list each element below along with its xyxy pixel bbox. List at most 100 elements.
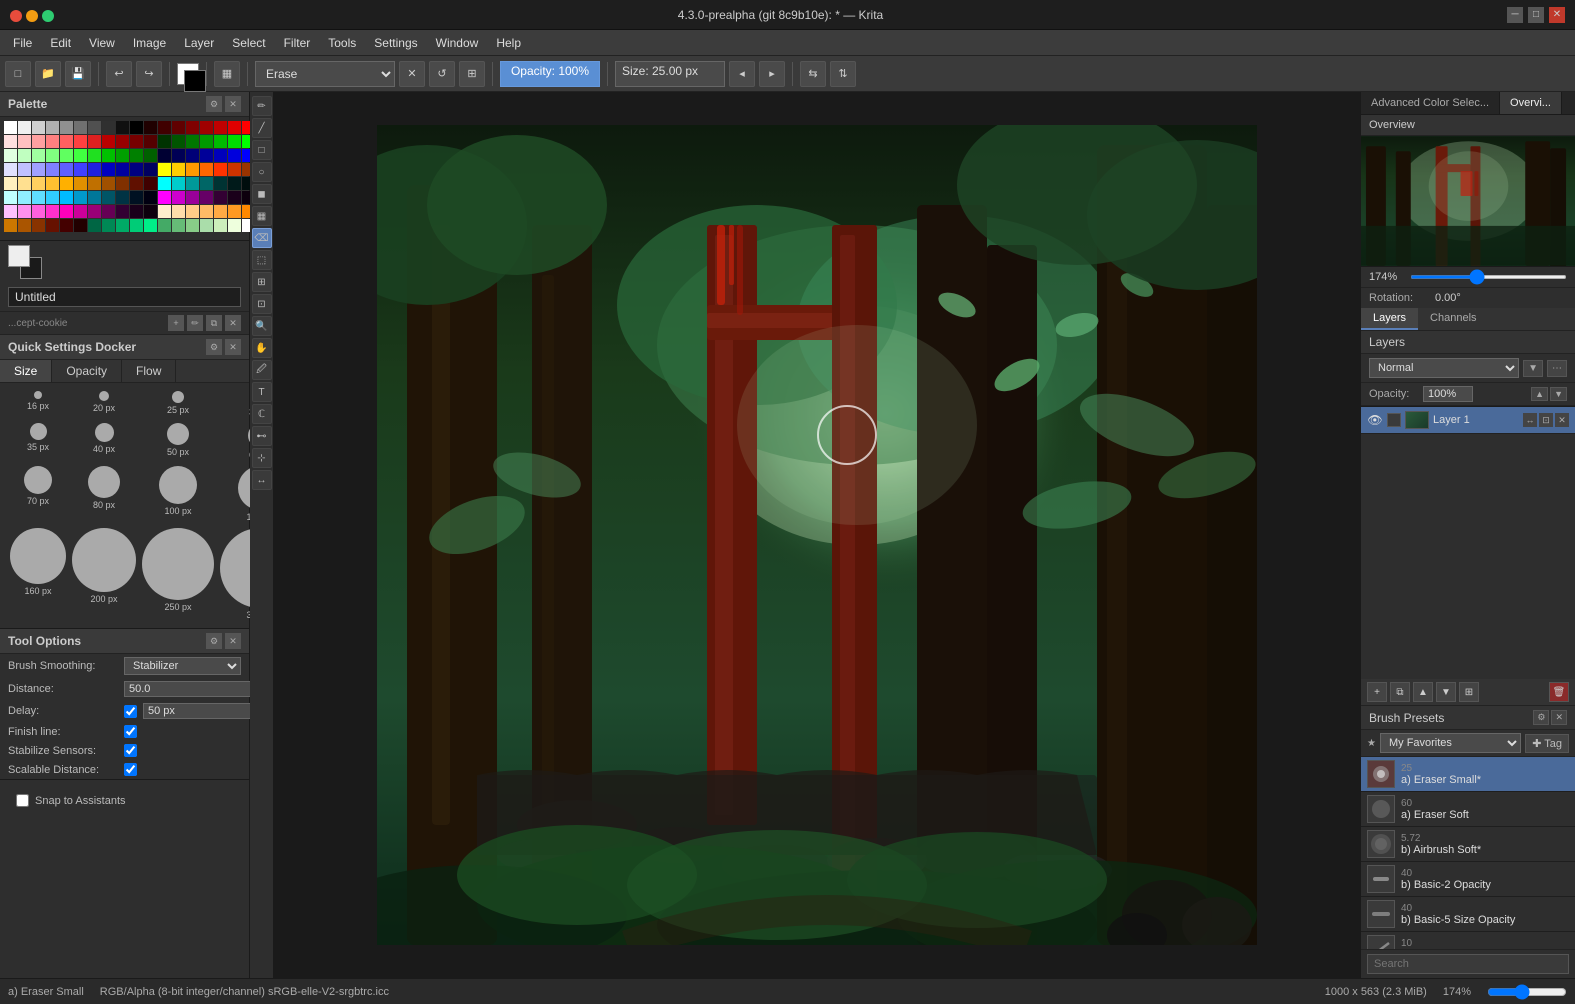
tool-select[interactable]: ⬚ [252, 250, 272, 270]
palette-color-cell[interactable] [172, 219, 185, 232]
palette-color-cell[interactable] [144, 121, 157, 134]
palette-color-cell[interactable] [18, 149, 31, 162]
tool-measure[interactable]: ↔ [252, 470, 272, 490]
brush-smoothing-select[interactable]: Stabilizer [124, 657, 241, 675]
pattern-button[interactable]: ▦ [214, 61, 240, 87]
palette-color-cell[interactable] [116, 149, 129, 162]
menu-settings[interactable]: Settings [366, 33, 425, 53]
palette-color-cell[interactable] [88, 135, 101, 148]
palette-color-cell[interactable] [186, 135, 199, 148]
canvas-image[interactable] [377, 125, 1257, 945]
palette-color-cell[interactable] [46, 149, 59, 162]
finish-line-checkbox[interactable] [124, 725, 137, 738]
palette-color-cell[interactable] [74, 149, 87, 162]
palette-color-cell[interactable] [200, 135, 213, 148]
brush-size-item[interactable]: 80 px [70, 464, 138, 524]
close-button[interactable]: ✕ [1549, 7, 1565, 23]
layer-row-1[interactable]: 👁 Layer 1 ↔ ⊡ ✕ [1361, 407, 1575, 434]
palette-color-cell[interactable] [144, 163, 157, 176]
tool-text[interactable]: T [252, 382, 272, 402]
palette-color-cell[interactable] [32, 163, 45, 176]
palette-color-cell[interactable] [102, 177, 115, 190]
layer-filter2-button[interactable]: ⋯ [1547, 360, 1567, 377]
layer-name-input[interactable] [8, 287, 241, 307]
palette-color-cell[interactable] [228, 163, 241, 176]
blend-mode-select[interactable]: Normal [1369, 358, 1519, 378]
brush-size-item[interactable]: 70 px [8, 464, 68, 524]
edit-layer-button[interactable]: ✏ [187, 315, 203, 331]
palette-color-cell[interactable] [18, 177, 31, 190]
palette-color-cell[interactable] [74, 191, 87, 204]
tool-path[interactable]: ⊷ [252, 426, 272, 446]
palette-color-cell[interactable] [158, 177, 171, 190]
brush-item-5[interactable]: 10 c) Pencil-2 [1361, 932, 1575, 949]
palette-color-cell[interactable] [228, 149, 241, 162]
menu-layer[interactable]: Layer [176, 33, 222, 53]
palette-color-cell[interactable] [60, 191, 73, 204]
stabilize-sensors-checkbox[interactable] [124, 744, 137, 757]
palette-color-cell[interactable] [74, 177, 87, 190]
max-dot[interactable] [42, 10, 54, 22]
new-document-button[interactable]: □ [5, 61, 31, 87]
palette-color-cell[interactable] [88, 177, 101, 190]
palette-color-cell[interactable] [60, 135, 73, 148]
palette-color-cell[interactable] [102, 205, 115, 218]
palette-color-cell[interactable] [200, 219, 213, 232]
palette-color-cell[interactable] [102, 219, 115, 232]
status-zoom-slider[interactable] [1487, 984, 1567, 1000]
menu-file[interactable]: File [5, 33, 40, 53]
palette-color-cell[interactable] [18, 205, 31, 218]
palette-color-cell[interactable] [214, 219, 227, 232]
bp-close-button[interactable]: ✕ [1551, 710, 1567, 725]
palette-color-cell[interactable] [144, 205, 157, 218]
layer-alpha-lock-1[interactable] [1387, 413, 1401, 427]
palette-color-cell[interactable] [102, 191, 115, 204]
tab-channels[interactable]: Channels [1418, 308, 1488, 330]
palette-color-cell[interactable] [4, 121, 17, 134]
move-down-button[interactable]: ▼ [1436, 682, 1456, 702]
undo-button[interactable]: ↩ [106, 61, 132, 87]
layer-arrow-down[interactable]: ▼ [1550, 387, 1567, 401]
palette-color-cell[interactable] [130, 205, 143, 218]
palette-color-cell[interactable] [102, 149, 115, 162]
palette-color-cell[interactable] [228, 135, 241, 148]
size-increase-button[interactable]: ▸ [759, 61, 785, 87]
brush-size-item[interactable]: 200 px [70, 526, 138, 622]
layer-extra-btn-1[interactable]: ↔ [1523, 413, 1537, 427]
palette-color-cell[interactable] [130, 191, 143, 204]
palette-color-cell[interactable] [130, 177, 143, 190]
palette-color-cell[interactable] [18, 163, 31, 176]
palette-color-cell[interactable] [74, 121, 87, 134]
bp-options-button[interactable]: ⚙ [1533, 710, 1549, 725]
palette-color-cell[interactable] [4, 177, 17, 190]
palette-color-cell[interactable] [172, 177, 185, 190]
delete-layer-toolbar-button[interactable]: 🗑 [1549, 682, 1569, 702]
qs-tab-size[interactable]: Size [0, 360, 52, 382]
size-decrease-button[interactable]: ◂ [729, 61, 755, 87]
qs-close-button[interactable]: ✕ [225, 339, 241, 355]
tab-layers[interactable]: Layers [1361, 308, 1418, 330]
tool-transform[interactable]: ⊞ [252, 272, 272, 292]
palette-color-cell[interactable] [214, 121, 227, 134]
close-dot[interactable] [10, 10, 22, 22]
add-layer-toolbar-button[interactable]: + [1367, 682, 1387, 702]
palette-color-cell[interactable] [214, 191, 227, 204]
palette-color-cell[interactable] [130, 149, 143, 162]
menu-help[interactable]: Help [488, 33, 529, 53]
palette-color-cell[interactable] [46, 135, 59, 148]
layer-filter-button[interactable]: ▼ [1523, 360, 1543, 377]
palette-color-cell[interactable] [60, 177, 73, 190]
layer-arrow-up[interactable]: ▲ [1531, 387, 1548, 401]
palette-color-cell[interactable] [88, 149, 101, 162]
brush-size-item[interactable]: 160 px [8, 526, 68, 622]
palette-color-cell[interactable] [130, 219, 143, 232]
palette-close-button[interactable]: ✕ [225, 96, 241, 112]
palette-color-cell[interactable] [144, 177, 157, 190]
palette-color-cell[interactable] [200, 163, 213, 176]
palette-color-cell[interactable] [4, 219, 17, 232]
palette-color-cell[interactable] [88, 121, 101, 134]
canvas-area[interactable] [274, 92, 1360, 978]
move-up-button[interactable]: ▲ [1413, 682, 1433, 702]
palette-color-cell[interactable] [32, 205, 45, 218]
palette-color-cell[interactable] [116, 177, 129, 190]
